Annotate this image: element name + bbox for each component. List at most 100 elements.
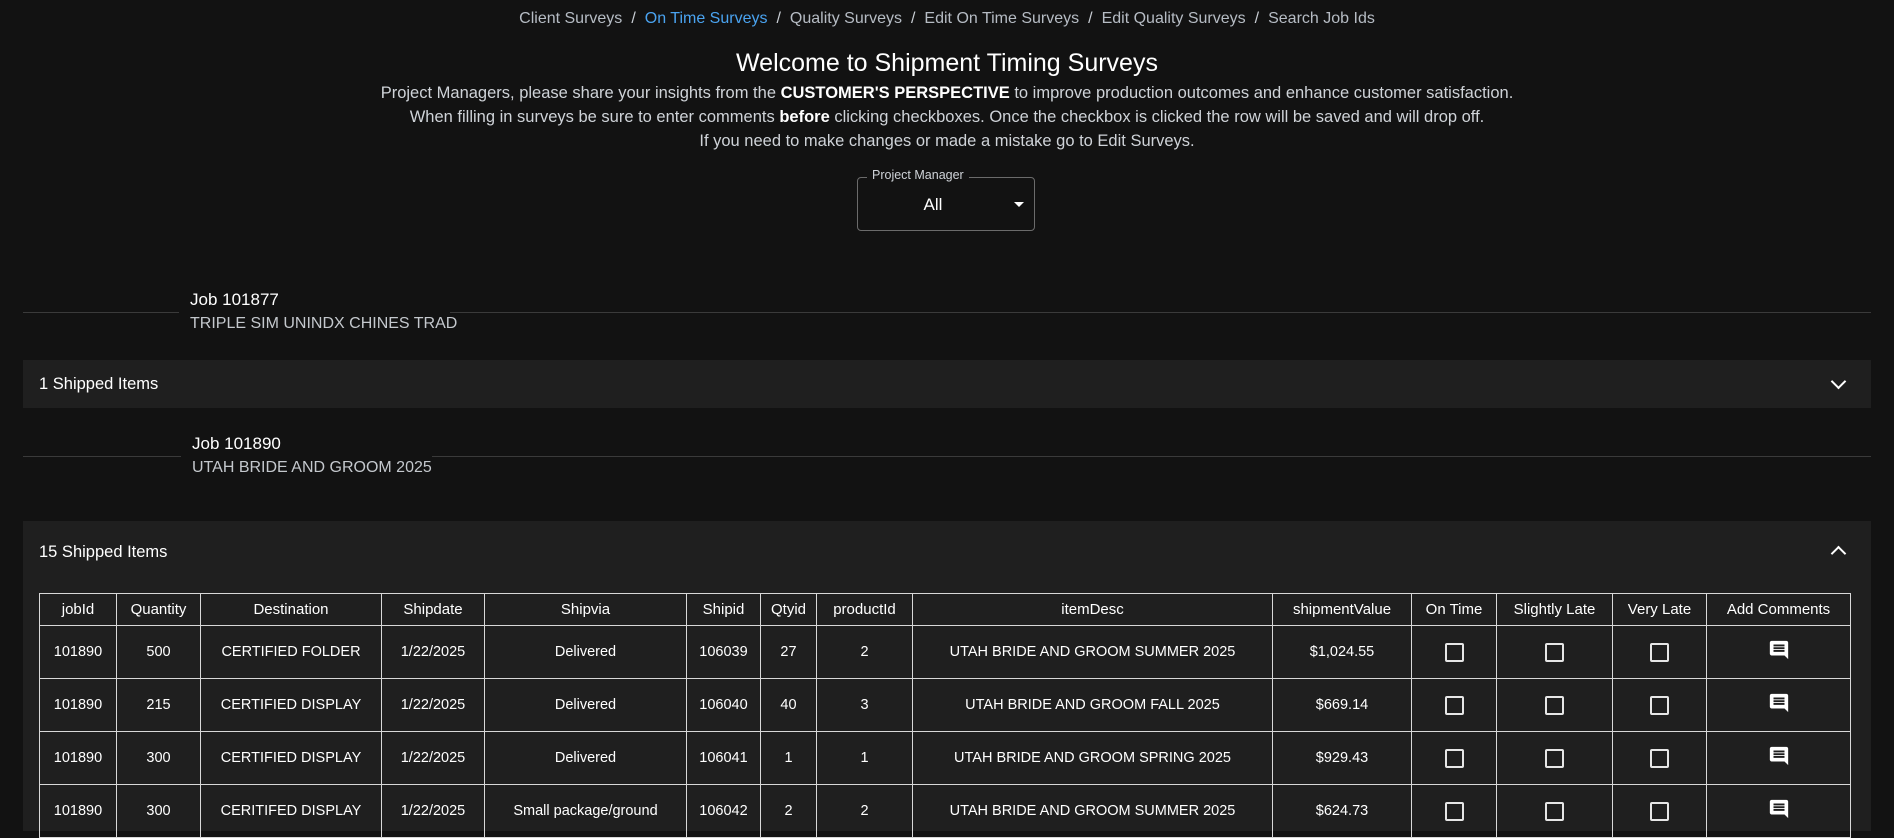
breadcrumb-on-time-surveys[interactable]: On Time Surveys xyxy=(645,10,768,27)
cell-qtyid: 2 xyxy=(760,784,817,838)
intro-text-part: to improve production outcomes and enhan… xyxy=(1009,84,1514,102)
cell-quantity: 300 xyxy=(116,784,201,838)
on-time-checkbox[interactable] xyxy=(1444,748,1464,768)
intro-text-part: Project Managers, please share your insi… xyxy=(380,84,781,102)
column-header: Shipid xyxy=(686,593,761,626)
cell-shipvia: Delivered xyxy=(484,678,687,732)
table-row: 101890 500 CERTIFIED FOLDER 1/22/2025 De… xyxy=(39,625,1851,679)
column-header: Shipvia xyxy=(484,593,687,626)
cell-add-comments xyxy=(1706,625,1851,679)
intro-emphasis: before xyxy=(779,108,830,126)
breadcrumb-separator: / xyxy=(1254,10,1260,27)
cell-product-id: 2 xyxy=(816,784,913,838)
on-time-checkbox[interactable] xyxy=(1444,642,1464,662)
cell-qtyid: 40 xyxy=(760,678,817,732)
column-header: Very Late xyxy=(1612,593,1707,626)
cell-shipdate: 1/22/2025 xyxy=(381,731,485,785)
cell-shipvia: Small package/ground xyxy=(484,784,687,838)
comment-icon[interactable] xyxy=(1768,745,1790,771)
cell-slightly-late xyxy=(1496,678,1613,732)
intro-line-3: If you need to make changes or made a mi… xyxy=(699,132,1195,150)
cell-product-id: 2 xyxy=(816,625,913,679)
on-time-checkbox[interactable] xyxy=(1444,801,1464,821)
cell-very-late xyxy=(1612,731,1707,785)
divider xyxy=(23,456,181,457)
slightly-late-checkbox[interactable] xyxy=(1545,748,1564,768)
page-title: Welcome to Shipment Timing Surveys xyxy=(736,49,1158,77)
table-header-row: jobId Quantity Destination Shipdate Ship… xyxy=(39,593,1851,626)
breadcrumb-separator: / xyxy=(910,10,916,27)
project-manager-select[interactable]: Project Manager All xyxy=(857,168,1035,231)
cell-shipid: 106041 xyxy=(686,731,761,785)
comment-icon[interactable] xyxy=(1768,798,1790,824)
cell-on-time xyxy=(1411,625,1497,679)
breadcrumb-separator: / xyxy=(1088,10,1093,27)
cell-quantity: 500 xyxy=(116,625,201,679)
cell-item-desc: UTAH BRIDE AND GROOM SUMMER 2025 xyxy=(912,784,1273,838)
cell-shipid: 106039 xyxy=(686,625,761,679)
breadcrumb-quality-surveys[interactable]: Quality Surveys xyxy=(790,10,902,27)
very-late-checkbox[interactable] xyxy=(1650,695,1669,715)
cell-destination: CERTIFIED FOLDER xyxy=(200,625,382,679)
chevron-up-icon[interactable] xyxy=(1830,545,1847,562)
cell-shipid: 106040 xyxy=(686,678,761,732)
cell-job-id: 101890 xyxy=(39,678,117,732)
cell-slightly-late xyxy=(1496,731,1613,785)
shipped-items-accordion[interactable]: 15 Shipped Items xyxy=(23,521,1871,578)
cell-quantity: 215 xyxy=(116,678,201,732)
shipped-items-label: 1 Shipped Items xyxy=(39,375,159,393)
column-header: Shipdate xyxy=(381,593,485,626)
chevron-down-icon[interactable] xyxy=(1830,373,1847,390)
slightly-late-checkbox[interactable] xyxy=(1545,642,1564,662)
breadcrumb-search-job-ids[interactable]: Search Job Ids xyxy=(1268,10,1375,27)
breadcrumb-client-surveys[interactable]: Client Surveys xyxy=(519,10,622,27)
breadcrumb-edit-quality-surveys[interactable]: Edit Quality Surveys xyxy=(1102,10,1246,27)
column-header: Qtyid xyxy=(760,593,817,626)
cell-qtyid: 1 xyxy=(760,731,817,785)
cell-destination: CERITIFED DISPLAY xyxy=(200,784,382,838)
cell-shipment-value: $669.14 xyxy=(1272,678,1412,732)
very-late-checkbox[interactable] xyxy=(1650,801,1669,821)
slightly-late-checkbox[interactable] xyxy=(1545,801,1564,821)
intro-text-part: clicking checkboxes. Once the checkbox i… xyxy=(829,108,1485,126)
cell-on-time xyxy=(1411,731,1497,785)
cell-add-comments xyxy=(1706,678,1851,732)
cell-job-id: 101890 xyxy=(39,731,117,785)
column-header: productId xyxy=(816,593,913,626)
comment-icon[interactable] xyxy=(1768,692,1790,718)
breadcrumb-separator: / xyxy=(776,10,781,27)
shipped-items-accordion[interactable]: 1 Shipped Items xyxy=(23,360,1871,408)
very-late-checkbox[interactable] xyxy=(1650,642,1669,662)
cell-product-id: 3 xyxy=(816,678,913,732)
cell-shipdate: 1/22/2025 xyxy=(381,625,485,679)
project-manager-label: Project Manager xyxy=(867,168,969,182)
divider xyxy=(23,312,179,313)
shipped-items-label: 15 Shipped Items xyxy=(39,543,168,561)
table-row: 101890 300 CERTIFIED DISPLAY 1/22/2025 D… xyxy=(39,731,1851,785)
column-header: Destination xyxy=(200,593,382,626)
column-header: jobId xyxy=(39,593,117,626)
column-header: On Time xyxy=(1411,593,1497,626)
column-header: shipmentValue xyxy=(1272,593,1412,626)
slightly-late-checkbox[interactable] xyxy=(1545,695,1564,715)
cell-add-comments xyxy=(1706,731,1851,785)
on-time-checkbox[interactable] xyxy=(1444,695,1464,715)
cell-very-late xyxy=(1612,678,1707,732)
cell-destination: CERTIFIED DISPLAY xyxy=(200,678,382,732)
job-title: Job 101877 xyxy=(190,290,279,309)
cell-shipment-value: $929.43 xyxy=(1272,731,1412,785)
caret-down-icon xyxy=(1014,202,1024,207)
column-header: Slightly Late xyxy=(1496,593,1613,626)
comment-icon[interactable] xyxy=(1768,639,1790,665)
job-title: Job 101890 xyxy=(192,434,281,453)
cell-shipvia: Delivered xyxy=(484,625,687,679)
cell-shipdate: 1/22/2025 xyxy=(381,784,485,838)
intro-text-part: When filling in surveys be sure to enter… xyxy=(409,108,780,126)
cell-slightly-late xyxy=(1496,784,1613,838)
breadcrumb-edit-on-time-surveys[interactable]: Edit On Time Surveys xyxy=(924,10,1079,27)
breadcrumb-separator: / xyxy=(631,10,636,27)
cell-shipvia: Delivered xyxy=(484,731,687,785)
shipments-table: jobId Quantity Destination Shipdate Ship… xyxy=(39,593,1851,838)
very-late-checkbox[interactable] xyxy=(1650,748,1669,768)
cell-item-desc: UTAH BRIDE AND GROOM SPRING 2025 xyxy=(912,731,1273,785)
